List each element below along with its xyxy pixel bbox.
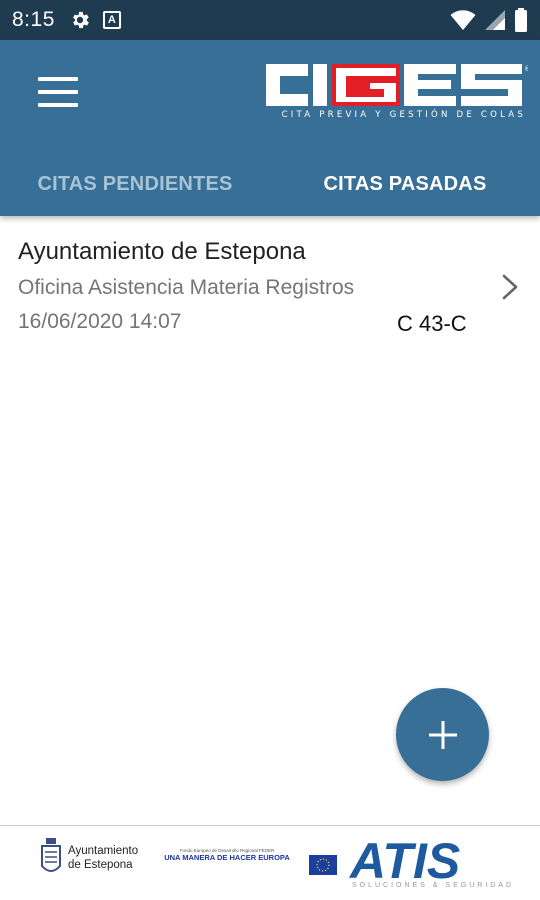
battery-icon <box>515 8 527 32</box>
chevron-right-icon[interactable] <box>498 272 522 302</box>
appointment-datetime: 16/06/2020 14:07 <box>18 310 182 333</box>
app-bar: ® CITA PREVIA Y GESTIÓN DE COLAS CITAS P… <box>0 40 540 216</box>
ayuntamiento-line1: Ayuntamiento <box>68 845 139 857</box>
atis-text: ATIS <box>348 834 460 889</box>
status-icons <box>450 8 528 32</box>
atis-subtitle: SOLUCIONES & SEGURIDAD <box>352 882 515 889</box>
appointment-office: Oficina Asistencia Materia Registros <box>18 276 355 299</box>
eu-flag-icon <box>309 855 337 875</box>
feder-logo: Fondo Europeo de Desarrollo Regional FED… <box>156 848 298 862</box>
wifi-icon <box>450 10 476 30</box>
feder-slogan: UNA MANERA DE HACER EUROPA <box>164 853 290 862</box>
appointment-list-item[interactable]: Ayuntamiento de Estepona Oficina Asisten… <box>0 216 540 346</box>
hamburger-menu-icon[interactable] <box>38 77 78 107</box>
status-time: 8:15 <box>12 8 55 31</box>
tab-citas-pendientes[interactable]: CITAS PENDIENTES <box>0 152 270 216</box>
gear-icon <box>72 11 89 29</box>
tab-bar: CITAS PENDIENTES CITAS PASADAS <box>0 152 540 216</box>
footer-sponsors: Ayuntamiento de Estepona Fondo Europeo d… <box>0 825 540 900</box>
logo-subtitle: CITA PREVIA Y GESTIÓN DE COLAS <box>281 110 526 120</box>
add-appointment-button[interactable] <box>396 688 489 781</box>
coat-of-arms-icon <box>41 838 61 872</box>
plus-icon <box>428 720 457 749</box>
svg-text:®: ® <box>524 65 528 73</box>
ayuntamiento-logo: Ayuntamiento de Estepona <box>40 838 138 878</box>
signal-icon <box>485 10 505 30</box>
status-bar: 8:15 A <box>0 0 540 40</box>
tab-citas-pasadas[interactable]: CITAS PASADAS <box>270 152 540 216</box>
ayuntamiento-line2: de Estepona <box>68 859 133 871</box>
appointment-code: C 43-C <box>397 311 467 336</box>
a-icon: A <box>102 11 121 29</box>
appointment-title: Ayuntamiento de Estepona <box>18 238 306 265</box>
